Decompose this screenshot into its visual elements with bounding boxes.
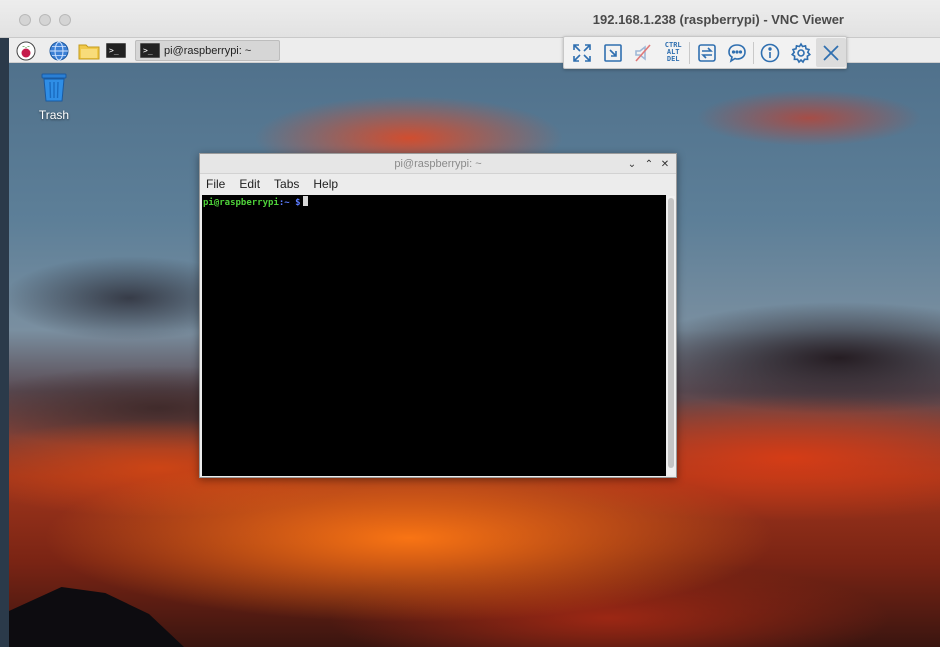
- fullscreen-icon[interactable]: [567, 38, 597, 67]
- chat-icon[interactable]: [722, 38, 752, 67]
- taskbar-task-terminal[interactable]: >_ pi@raspberrypi: ~: [135, 40, 280, 61]
- prompt-user: pi@raspberrypi: [203, 198, 279, 208]
- terminal-menubar: File Edit Tabs Help: [200, 174, 676, 194]
- scrollbar-thumb[interactable]: [668, 198, 674, 468]
- trash-label: Trash: [38, 108, 70, 122]
- terminal-title: pi@raspberrypi: ~: [394, 158, 482, 170]
- window-title: 192.168.1.238 (raspberrypi) - VNC Viewer: [592, 12, 844, 27]
- menu-edit[interactable]: Edit: [237, 177, 262, 191]
- audio-muted-icon[interactable]: [628, 38, 658, 67]
- file-manager-icon[interactable]: [77, 40, 101, 61]
- toolbar-divider: [753, 41, 755, 64]
- terminal-close-button[interactable]: ✕: [657, 156, 673, 172]
- terminal-scrollbar[interactable]: [667, 196, 675, 475]
- zoom-window-button[interactable]: [59, 14, 71, 26]
- terminal-window[interactable]: pi@raspberrypi: ~ ⌄ ⌃ ✕ File Edit Tabs H…: [199, 153, 677, 478]
- file-transfer-icon[interactable]: [691, 38, 721, 67]
- text-cursor: [302, 196, 308, 206]
- vnc-toolbar: CTRL ALT DEL: [563, 36, 847, 69]
- menu-help[interactable]: Help: [311, 177, 340, 191]
- task-label: pi@raspberrypi: ~: [164, 44, 252, 57]
- terminal-titlebar[interactable]: pi@raspberrypi: ~ ⌄ ⌃ ✕: [200, 154, 676, 174]
- remote-desktop[interactable]: >_ >_ pi@raspberrypi: ~ Trash pi@raspber…: [9, 38, 940, 647]
- terminal-minimize-button[interactable]: ⌄: [624, 156, 640, 172]
- minimize-window-button[interactable]: [39, 14, 51, 26]
- scale-to-window-icon[interactable]: [597, 38, 627, 67]
- close-window-button[interactable]: [19, 14, 31, 26]
- prompt-path: :~ $: [278, 198, 301, 208]
- menu-file[interactable]: File: [204, 177, 227, 191]
- terminal-launcher-icon[interactable]: >_: [104, 40, 128, 61]
- terminal-task-icon: >_: [140, 43, 160, 58]
- toolbar-divider: [689, 41, 691, 64]
- desktop-trash[interactable]: Trash: [33, 72, 75, 122]
- wallpaper-mountain: [9, 587, 184, 647]
- menu-tabs[interactable]: Tabs: [272, 177, 301, 191]
- trash-icon: [39, 72, 69, 102]
- terminal-maximize-button[interactable]: ⌃: [641, 156, 657, 172]
- vnc-viewer-titlebar: 192.168.1.238 (raspberrypi) - VNC Viewer: [0, 0, 940, 38]
- web-browser-icon[interactable]: [47, 40, 71, 61]
- settings-gear-icon[interactable]: [785, 38, 815, 67]
- disconnect-close-icon[interactable]: [815, 38, 847, 67]
- raspberry-menu-icon[interactable]: [14, 40, 38, 61]
- ctrl-alt-del-button[interactable]: CTRL ALT DEL: [658, 38, 688, 67]
- terminal-output[interactable]: pi@raspberrypi:~ $: [202, 195, 666, 476]
- info-icon[interactable]: [755, 38, 785, 67]
